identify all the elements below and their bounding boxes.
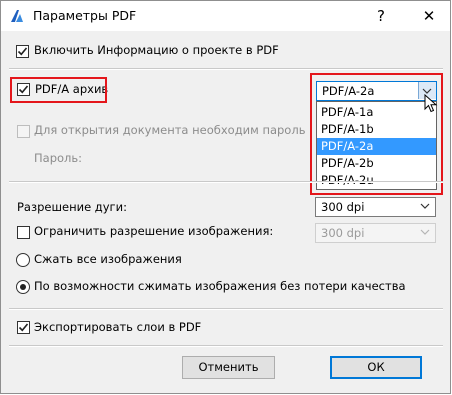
checkmark-icon bbox=[17, 47, 28, 56]
chevron-down-icon bbox=[420, 203, 430, 209]
limit-image-resolution-label: Ограничить разрешение изображения: bbox=[34, 224, 274, 238]
checkmark-icon bbox=[18, 323, 29, 332]
radio-selected-dot bbox=[20, 284, 26, 290]
chevron-down-icon bbox=[420, 229, 430, 235]
password-label: Пароль: bbox=[34, 151, 83, 165]
compress-all-label: Сжать все изображения bbox=[34, 252, 182, 266]
include-project-info-checkbox[interactable] bbox=[16, 45, 29, 58]
cancel-button[interactable]: Отменить bbox=[182, 356, 275, 379]
window-title: Параметры PDF bbox=[33, 8, 137, 23]
lossless-compression-radio[interactable] bbox=[16, 280, 30, 294]
include-project-info-label: Включить Информацию о проекте в PDF bbox=[34, 43, 279, 57]
image-resolution-select[interactable]: 300 dpi bbox=[315, 223, 436, 243]
lossless-compression-label: По возможности сжимать изображения без п… bbox=[34, 279, 406, 293]
separator bbox=[9, 308, 443, 310]
arc-resolution-select[interactable]: 300 dpi bbox=[315, 197, 436, 217]
export-layers-label: Экспортировать слои в PDF bbox=[34, 320, 202, 334]
arc-resolution-label: Разрешение дуги: bbox=[17, 200, 127, 214]
image-resolution-value: 300 dpi bbox=[321, 226, 365, 240]
separator bbox=[9, 181, 443, 183]
export-layers-checkbox[interactable] bbox=[17, 321, 30, 334]
close-button[interactable]: ✕ bbox=[407, 3, 451, 29]
mouse-cursor-icon bbox=[424, 94, 438, 113]
highlight-frame bbox=[310, 73, 443, 195]
pdf-settings-dialog: Параметры PDF ? ✕ Включить Информацию о … bbox=[0, 0, 451, 394]
separator bbox=[9, 68, 443, 70]
password-required-checkbox[interactable] bbox=[17, 125, 30, 138]
limit-image-resolution-checkbox[interactable] bbox=[17, 226, 30, 239]
password-required-label: Для открытия документа необходим пароль bbox=[34, 123, 306, 137]
title-bar: Параметры PDF ? ✕ bbox=[1, 1, 450, 31]
arc-resolution-value: 300 dpi bbox=[321, 200, 365, 214]
separator bbox=[9, 345, 443, 347]
archicad-icon bbox=[11, 10, 23, 22]
highlight-frame bbox=[10, 77, 107, 103]
compress-all-radio[interactable] bbox=[16, 253, 30, 267]
ok-button[interactable]: ОК bbox=[330, 356, 422, 379]
help-button[interactable]: ? bbox=[361, 3, 401, 29]
